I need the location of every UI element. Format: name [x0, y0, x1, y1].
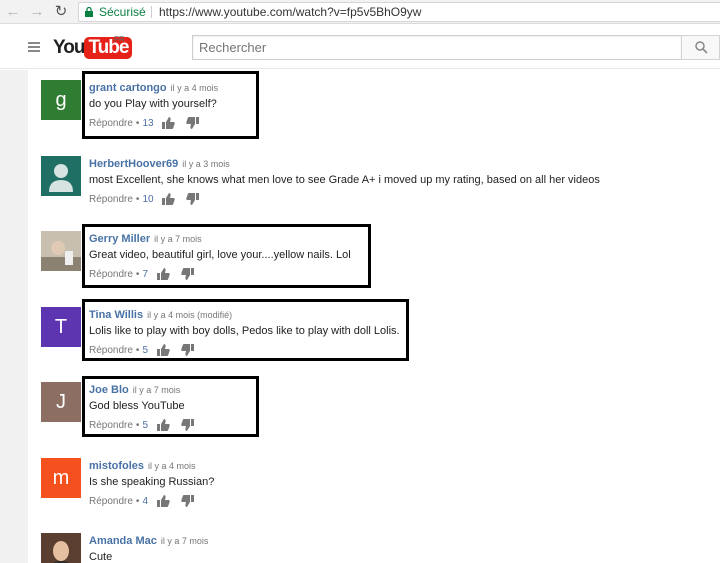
highlight-box — [82, 224, 371, 288]
comment-text: Is she speaking Russian? — [89, 476, 215, 488]
comment-item: Amanda Mac il y a 7 mois Cute — [41, 527, 701, 563]
arrow-right-icon[interactable]: → — [28, 3, 46, 21]
search-button[interactable] — [681, 35, 720, 60]
region-code: FR — [114, 35, 125, 44]
highlight-box — [82, 376, 259, 437]
url-text[interactable]: https://www.youtube.com/watch?v=fp5v5BhO… — [159, 3, 421, 21]
separator-dot: • — [135, 194, 140, 205]
browser-toolbar: ← → ↻ Sécurisé https://www.youtube.com/w… — [0, 0, 720, 24]
default-user-icon — [49, 164, 73, 192]
user-photo — [41, 533, 81, 563]
comment-author[interactable]: mistofoles — [89, 460, 144, 472]
avatar[interactable]: m — [41, 458, 81, 498]
avatar[interactable]: T — [41, 307, 81, 347]
search-input[interactable] — [192, 35, 682, 60]
comment-item: m mistofoles il y a 4 mois Is she speakin… — [41, 452, 701, 514]
comment-text: Cute — [89, 551, 113, 563]
address-bar[interactable]: Sécurisé https://www.youtube.com/watch?v… — [78, 2, 720, 22]
avatar[interactable] — [41, 231, 81, 271]
youtube-header: You Tube FR — [0, 25, 720, 69]
lock-icon — [85, 7, 93, 17]
comment-item: HerbertHoover69 il y a 3 mois most Excell… — [41, 150, 701, 212]
thumbs-down-icon[interactable] — [186, 193, 200, 206]
avatar[interactable] — [41, 156, 81, 196]
highlight-box — [82, 71, 259, 139]
address-divider — [151, 6, 152, 18]
comment-time[interactable]: il y a 7 mois — [161, 536, 209, 546]
search-icon — [695, 41, 708, 54]
logo-you-text: You — [53, 37, 86, 58]
comment-time[interactable]: il y a 3 mois — [182, 159, 230, 169]
comment-text: most Excellent, she knows what men love … — [89, 174, 600, 186]
user-photo — [41, 231, 81, 271]
comment-time[interactable]: il y a 4 mois — [148, 461, 196, 471]
avatar[interactable]: g — [41, 80, 81, 120]
arrow-left-icon[interactable]: ← — [4, 3, 22, 21]
like-count: 10 — [142, 194, 154, 205]
comment-author[interactable]: HerbertHoover69 — [89, 158, 178, 170]
like-count: 4 — [142, 496, 148, 507]
highlight-box — [82, 299, 409, 361]
hamburger-menu-icon[interactable] — [28, 42, 40, 52]
secure-label: Sécurisé — [99, 5, 146, 19]
logo-tube-text: Tube — [84, 37, 133, 59]
reload-icon[interactable]: ↻ — [52, 3, 70, 21]
avatar[interactable] — [41, 533, 81, 563]
thumbs-up-icon[interactable] — [156, 495, 170, 508]
thumbs-down-icon[interactable] — [180, 495, 194, 508]
reply-button[interactable]: Répondre — [89, 194, 133, 205]
avatar[interactable]: J — [41, 382, 81, 422]
thumbs-up-icon[interactable] — [162, 193, 176, 206]
separator-dot: • — [135, 496, 140, 507]
comment-author[interactable]: Amanda Mac — [89, 535, 157, 547]
left-gutter — [0, 70, 28, 563]
reply-button[interactable]: Répondre — [89, 496, 133, 507]
